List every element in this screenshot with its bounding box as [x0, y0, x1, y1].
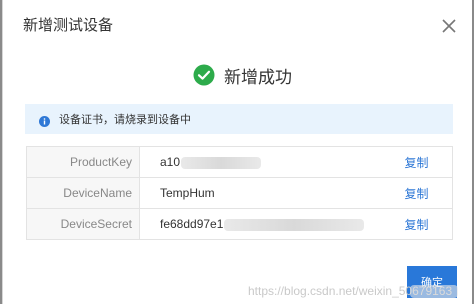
notice-bar: 设备证书，请烧录到设备中	[25, 104, 453, 134]
credential-key: DeviceName	[26, 177, 140, 209]
success-message: 新增成功	[193, 63, 292, 87]
close-icon[interactable]	[437, 14, 461, 38]
copy-device-secret-link[interactable]: 复制	[405, 209, 453, 240]
credential-key: ProductKey	[26, 146, 140, 178]
credential-value: fe68dd97e1	[140, 209, 405, 240]
credential-value-text: a10	[160, 155, 181, 169]
table-row: DeviceName TempHum 复制	[26, 177, 453, 209]
dialog-title: 新增测试设备	[23, 17, 114, 34]
credentials-table: ProductKey a10 复制 DeviceName TempHum 复制 …	[26, 146, 453, 240]
copy-product-key-link[interactable]: 复制	[405, 147, 453, 178]
check-circle-icon	[193, 64, 215, 86]
credential-value-text: fe68dd97e1	[160, 217, 224, 231]
credential-value: a10	[140, 147, 405, 178]
redacted-blur	[224, 218, 365, 231]
credential-value-text: TempHum	[160, 186, 215, 200]
credential-key: DeviceSecret	[26, 208, 140, 240]
redacted-blur	[181, 156, 262, 169]
credential-value: TempHum	[140, 178, 405, 209]
table-row: ProductKey a10 复制	[26, 146, 453, 178]
add-test-device-dialog: 新增测试设备 新增成功 设备证书，请烧录到设备中 ProductKey a10 …	[2, 0, 472, 304]
copy-device-name-link[interactable]: 复制	[405, 178, 453, 209]
table-row: DeviceSecret fe68dd97e1 复制	[26, 208, 453, 240]
info-icon	[39, 114, 50, 127]
watermark-blur	[410, 285, 458, 298]
success-text: 新增成功	[224, 67, 292, 87]
notice-text: 设备证书，请烧录到设备中	[59, 114, 191, 126]
